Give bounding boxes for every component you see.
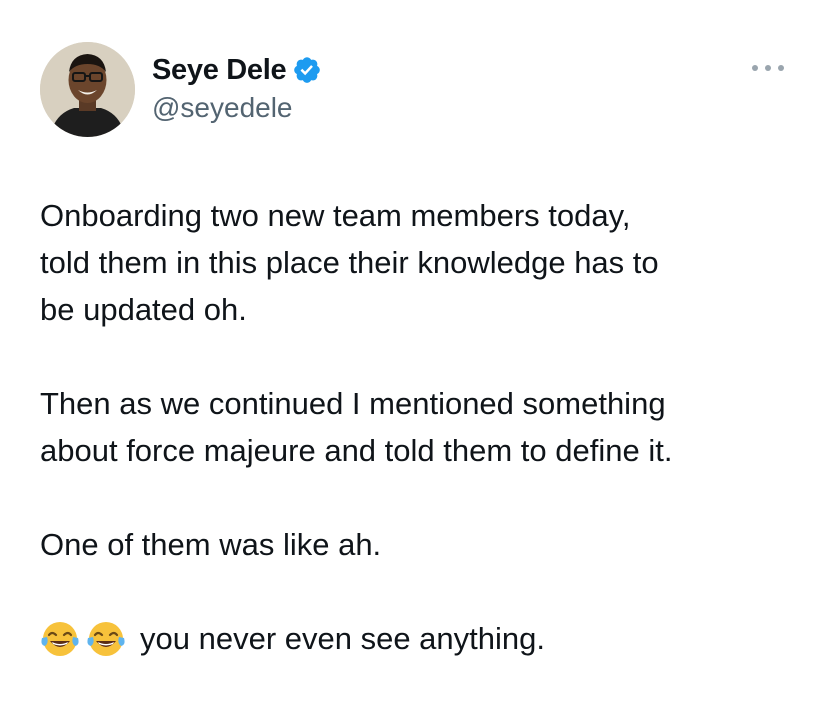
face-with-tears-of-joy-emoji bbox=[40, 619, 80, 659]
more-dot bbox=[778, 65, 784, 71]
more-options-icon[interactable] bbox=[752, 58, 784, 78]
avatar[interactable] bbox=[40, 42, 135, 137]
verified-badge-icon bbox=[292, 55, 322, 85]
tweet-last-line: you never even see anything. bbox=[40, 615, 800, 662]
more-dot bbox=[765, 65, 771, 71]
face-with-tears-of-joy-emoji bbox=[86, 619, 126, 659]
display-name[interactable]: Seye Dele bbox=[152, 54, 287, 87]
tweet-paragraph: Then as we continued I mentioned somethi… bbox=[40, 386, 673, 468]
more-dot bbox=[752, 65, 758, 71]
tweet-text: Onboarding two new team members today, to… bbox=[40, 192, 800, 662]
tweet-last-line-text: you never even see anything. bbox=[140, 621, 545, 656]
tweet-paragraph: One of them was like ah. bbox=[40, 527, 382, 562]
name-row: Seye Dele bbox=[152, 50, 322, 90]
user-handle[interactable]: @seyedele bbox=[152, 92, 293, 124]
tweet-paragraph: Onboarding two new team members today, to… bbox=[40, 198, 659, 327]
